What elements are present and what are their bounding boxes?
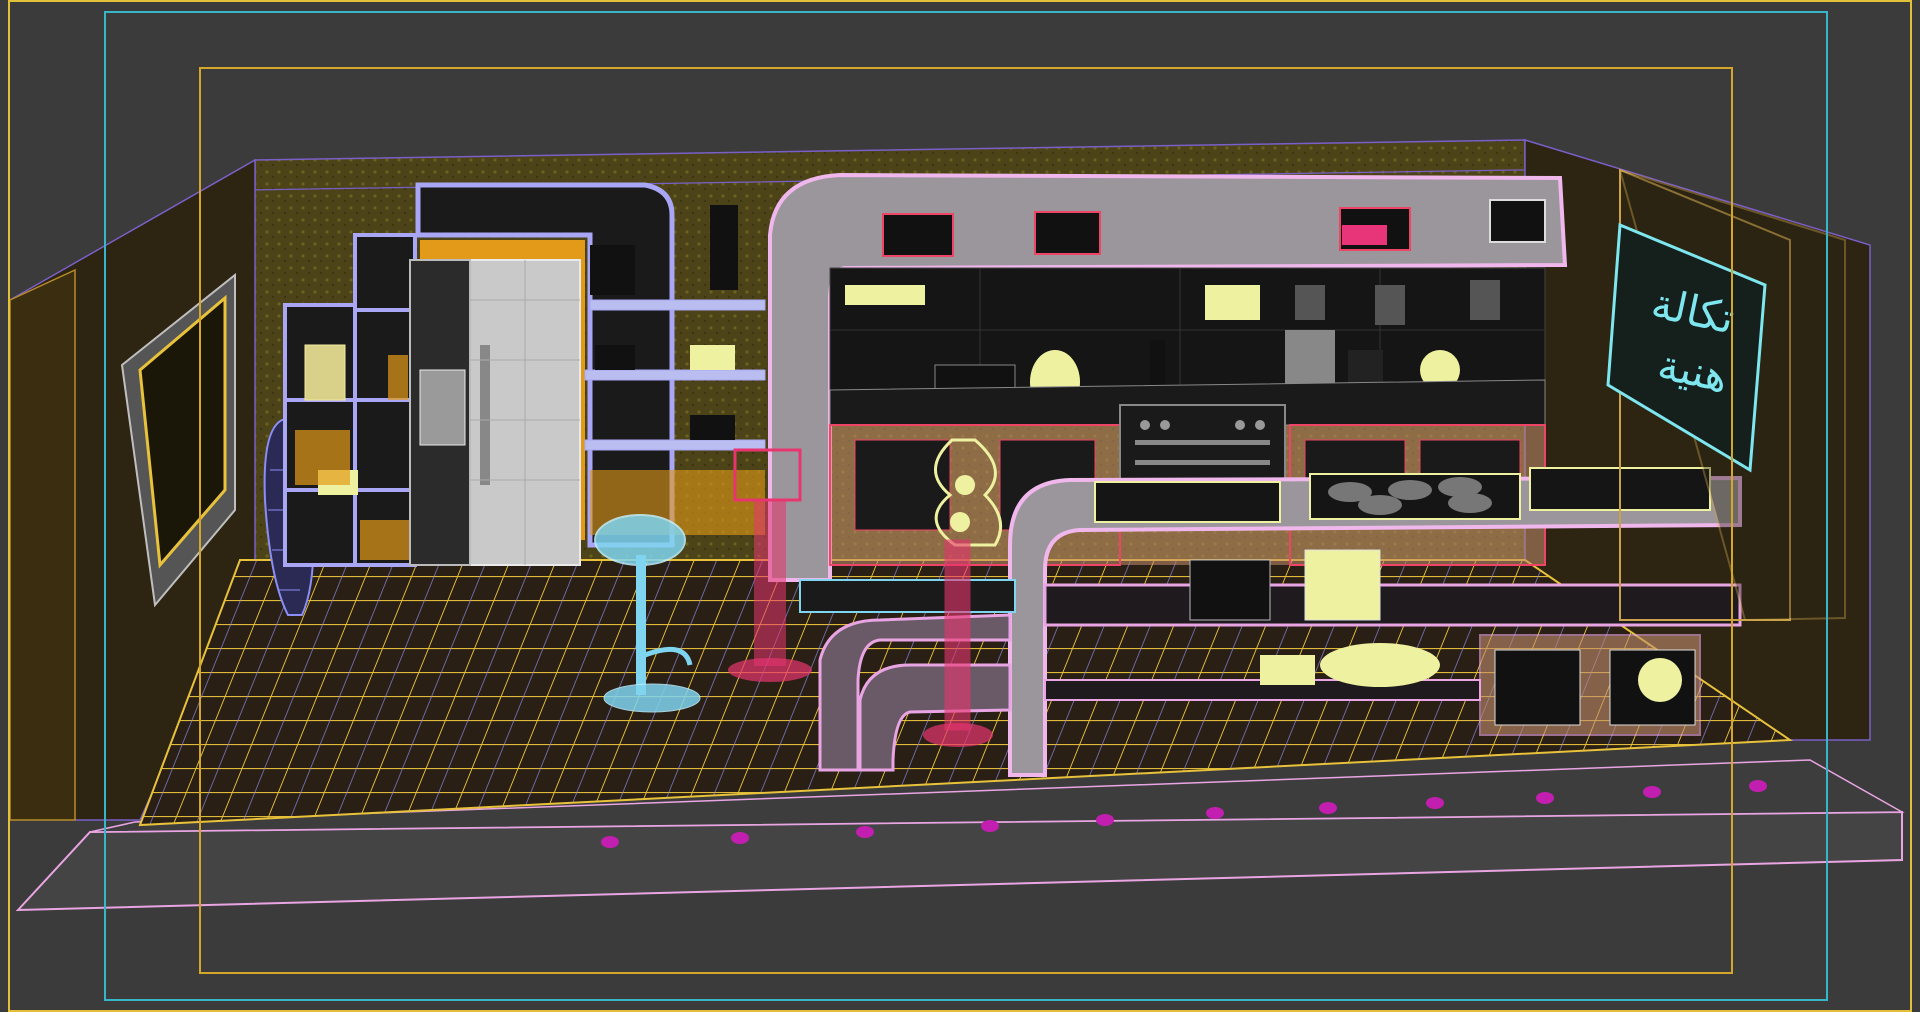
refrigerator	[409, 259, 581, 566]
3d-viewport[interactable]: تكالة هنية	[0, 0, 1920, 1012]
kitchen-wireframe-scene: تكالة هنية	[9, 138, 1905, 912]
